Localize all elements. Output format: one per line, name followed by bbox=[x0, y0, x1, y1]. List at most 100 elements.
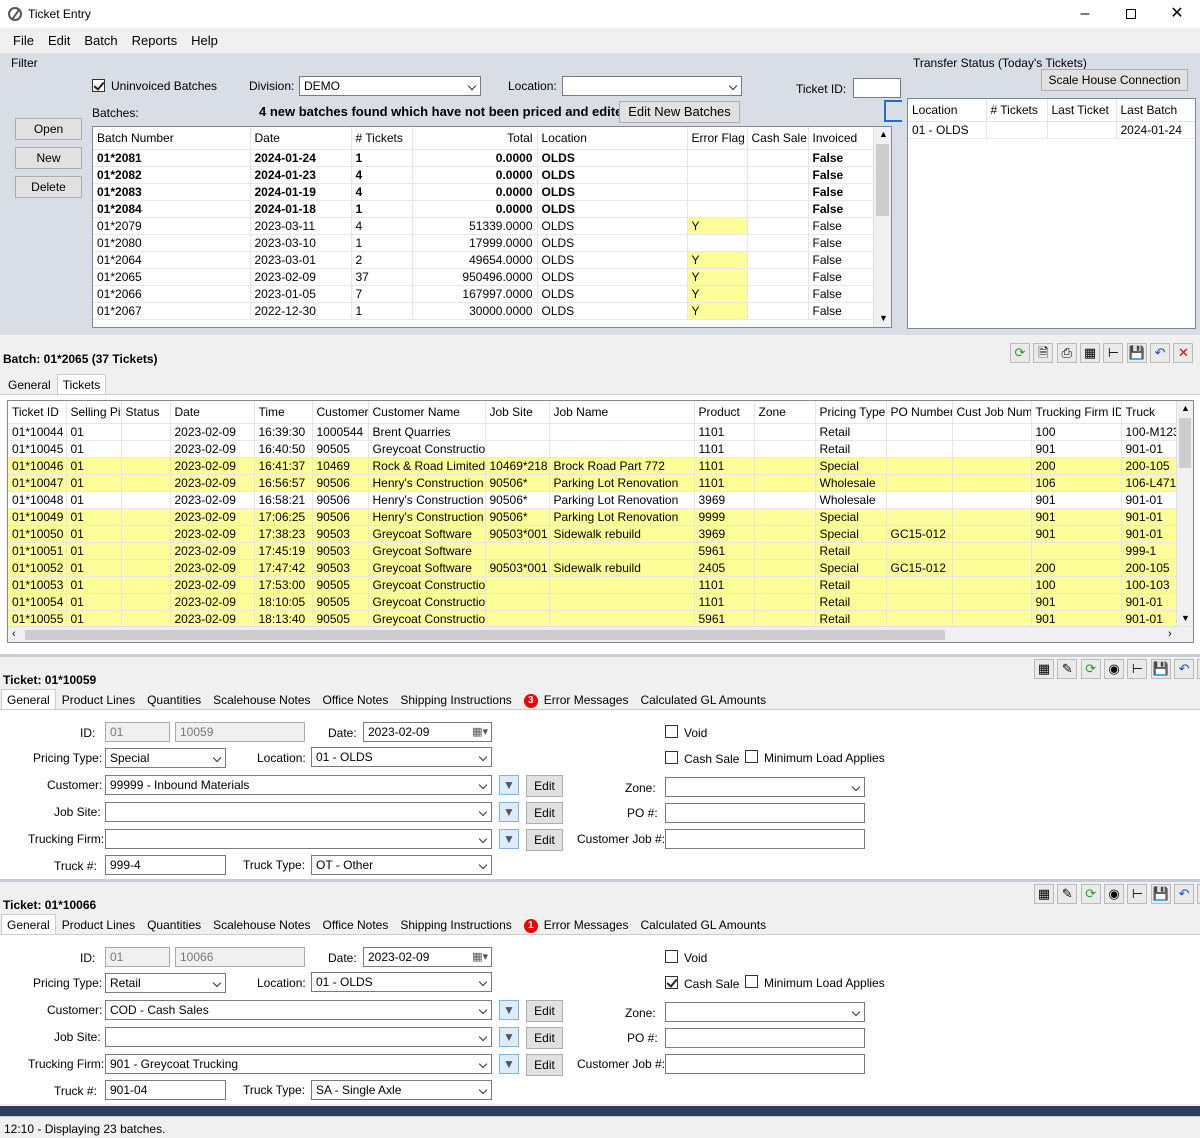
save-icon[interactable]: 💾 bbox=[1150, 659, 1171, 679]
disabled-icon[interactable]: ▦ bbox=[1034, 659, 1054, 679]
batch-row[interactable]: 01*2079 2023-03-11 4 51339.0000 OLDS Y False bbox=[93, 217, 874, 235]
scale-house-connection-button[interactable]: Scale House Connection bbox=[1041, 69, 1188, 91]
focus-button[interactable] bbox=[884, 100, 902, 122]
tickets-column-header[interactable]: Status bbox=[121, 401, 171, 424]
scroll-down-icon[interactable]: ▼ bbox=[879, 313, 888, 323]
truck-type-select[interactable]: OT - Other bbox=[311, 855, 492, 875]
tickets-column-header[interactable]: Job Site bbox=[485, 401, 550, 424]
menu-reports[interactable]: Reports bbox=[125, 28, 185, 53]
cash-sale-checkbox[interactable] bbox=[665, 976, 678, 989]
pin-icon[interactable]: ⊢ bbox=[1127, 884, 1148, 904]
refresh-icon[interactable]: ⟳ bbox=[1010, 343, 1030, 363]
location-select[interactable]: 01 - OLDS bbox=[311, 747, 492, 767]
po-input[interactable] bbox=[665, 1028, 865, 1048]
batch-row[interactable]: 01*2083 2024-01-19 4 0.0000 OLDS False bbox=[93, 183, 874, 201]
tab-office-notes[interactable]: Office Notes bbox=[317, 689, 395, 709]
job-site-select[interactable] bbox=[105, 802, 492, 822]
transfer-column-header[interactable]: Location bbox=[908, 99, 987, 122]
batch-row[interactable]: 01*2081 2024-01-24 1 0.0000 OLDS False bbox=[93, 149, 874, 167]
edit-note-icon[interactable]: ✎ bbox=[1057, 659, 1078, 679]
minimum-load-checkbox[interactable] bbox=[745, 975, 758, 988]
disabled-icon[interactable]: ▦ bbox=[1034, 884, 1054, 904]
job-site-select[interactable] bbox=[105, 1027, 492, 1047]
hscroll-thumb[interactable] bbox=[25, 630, 945, 640]
customer-edit-button[interactable]: Edit bbox=[526, 775, 563, 797]
batches-column-header[interactable]: Total bbox=[412, 127, 538, 150]
job-site-edit-button[interactable]: Edit bbox=[526, 1027, 563, 1049]
trucking-firm-filter-icon[interactable]: ▼ bbox=[499, 829, 519, 849]
tickets-vscrollbar[interactable]: ▲ ▼ bbox=[1176, 401, 1193, 627]
batch-row[interactable]: 01*2082 2024-01-23 4 0.0000 OLDS False bbox=[93, 166, 874, 184]
scroll-thumb[interactable] bbox=[876, 144, 889, 216]
void-checkbox[interactable] bbox=[665, 725, 678, 738]
tickets-column-header[interactable]: Zone bbox=[754, 401, 816, 424]
tab-tickets[interactable]: Tickets bbox=[56, 374, 107, 394]
customer-job-input[interactable] bbox=[665, 1054, 865, 1074]
tickets-column-header[interactable]: Cust Job Num bbox=[952, 401, 1032, 424]
batches-column-header[interactable]: Invoiced bbox=[808, 127, 874, 150]
undo-icon[interactable]: ↶ bbox=[1150, 343, 1171, 363]
customer-edit-button[interactable]: Edit bbox=[526, 1000, 563, 1022]
close-icon[interactable]: ✕ bbox=[1154, 0, 1200, 28]
zone-select[interactable] bbox=[665, 1002, 865, 1022]
customer-filter-icon[interactable]: ▼ bbox=[499, 775, 519, 795]
tab-quantities[interactable]: Quantities bbox=[141, 689, 207, 709]
trucking-firm-filter-icon[interactable]: ▼ bbox=[499, 1054, 519, 1074]
ticket-row[interactable]: 01*10053 01 2023-02-09 17:53:00 90505 Greycoa… bbox=[8, 576, 1193, 594]
customer-filter-icon[interactable]: ▼ bbox=[499, 1000, 519, 1020]
truck-type-select[interactable]: SA - Single Axle bbox=[311, 1080, 492, 1100]
truck-number-input[interactable]: 999-4 bbox=[105, 855, 226, 875]
scroll-up-icon[interactable]: ▲ bbox=[879, 129, 888, 139]
open-button[interactable]: Open bbox=[15, 118, 82, 140]
pin-icon[interactable]: ⊢ bbox=[1103, 343, 1124, 363]
cash-sale-checkbox[interactable] bbox=[665, 751, 678, 764]
trucking-firm-select[interactable] bbox=[105, 829, 492, 849]
zone-select[interactable] bbox=[665, 777, 865, 797]
trucking-firm-edit-button[interactable]: Edit bbox=[526, 1054, 563, 1076]
tickets-hscrollbar[interactable]: ‹ › bbox=[8, 626, 1193, 642]
batches-column-header[interactable]: Batch Number bbox=[93, 127, 251, 150]
job-site-filter-icon[interactable]: ▼ bbox=[499, 1027, 519, 1047]
uninvoiced-checkbox[interactable] bbox=[92, 79, 105, 92]
tab-office-notes[interactable]: Office Notes bbox=[317, 914, 395, 934]
tab-error-messages[interactable]: 1 Error Messages bbox=[518, 914, 635, 934]
stamp-icon[interactable]: ◉ bbox=[1104, 884, 1125, 904]
maximize-icon[interactable] bbox=[1108, 0, 1154, 28]
pricing-type-select[interactable]: Special bbox=[105, 748, 226, 768]
edit-note-icon[interactable]: ✎ bbox=[1057, 884, 1078, 904]
tab-error-messages[interactable]: 3 Error Messages bbox=[518, 689, 635, 709]
tab-scalehouse-notes[interactable]: Scalehouse Notes bbox=[207, 914, 316, 934]
customer-job-input[interactable] bbox=[665, 829, 865, 849]
batch-row[interactable]: 01*2065 2023-02-09 37 950496.0000 OLDS Y False bbox=[93, 268, 874, 286]
save-icon[interactable]: 💾 bbox=[1150, 884, 1171, 904]
batch-row[interactable]: 01*2067 2022-12-30 1 30000.0000 OLDS Y False bbox=[93, 302, 874, 320]
tab-general[interactable]: General bbox=[1, 914, 56, 934]
tickets-column-header[interactable]: Pricing Type bbox=[815, 401, 887, 424]
trucking-firm-select[interactable]: 901 - Greycoat Trucking bbox=[105, 1054, 492, 1074]
batches-column-header[interactable]: Error Flag bbox=[687, 127, 748, 150]
scroll-up-icon[interactable]: ▲ bbox=[1181, 403, 1190, 413]
location-select[interactable]: 01 - OLDS bbox=[311, 972, 492, 992]
scroll-thumb[interactable] bbox=[1179, 418, 1191, 468]
ticket-row[interactable]: 01*10047 01 2023-02-09 16:56:57 90506 Henry's… bbox=[8, 474, 1193, 492]
job-site-filter-icon[interactable]: ▼ bbox=[499, 802, 519, 822]
pricing-type-select[interactable]: Retail bbox=[105, 973, 226, 993]
stamp-icon[interactable]: ◉ bbox=[1104, 659, 1125, 679]
tickets-column-header[interactable]: Job Name bbox=[549, 401, 695, 424]
undo-icon[interactable]: ↶ bbox=[1174, 884, 1195, 904]
customer-select[interactable]: 99999 - Inbound Materials bbox=[105, 775, 492, 795]
print-icon[interactable]: ⎙ bbox=[1056, 343, 1077, 363]
properties-icon[interactable]: ▦ bbox=[1080, 343, 1101, 363]
transfer-row[interactable]: 01 - OLDS 2024-01-24 bbox=[908, 121, 1195, 139]
customer-select[interactable]: COD - Cash Sales bbox=[105, 1000, 492, 1020]
po-input[interactable] bbox=[665, 803, 865, 823]
tab-product-lines[interactable]: Product Lines bbox=[56, 689, 141, 709]
menu-file[interactable]: File bbox=[6, 28, 41, 53]
trucking-firm-edit-button[interactable]: Edit bbox=[526, 829, 563, 851]
ticket-row[interactable]: 01*10049 01 2023-02-09 17:06:25 90506 Henry's… bbox=[8, 508, 1193, 526]
transfer-column-header[interactable]: Last Batch bbox=[1116, 99, 1195, 122]
refresh-icon[interactable]: ⟳ bbox=[1080, 884, 1101, 904]
tickets-column-header[interactable]: Customer bbox=[312, 401, 369, 424]
calendar-icon[interactable]: ▦▾ bbox=[472, 949, 488, 965]
batch-row[interactable]: 01*2084 2024-01-18 1 0.0000 OLDS False bbox=[93, 200, 874, 218]
